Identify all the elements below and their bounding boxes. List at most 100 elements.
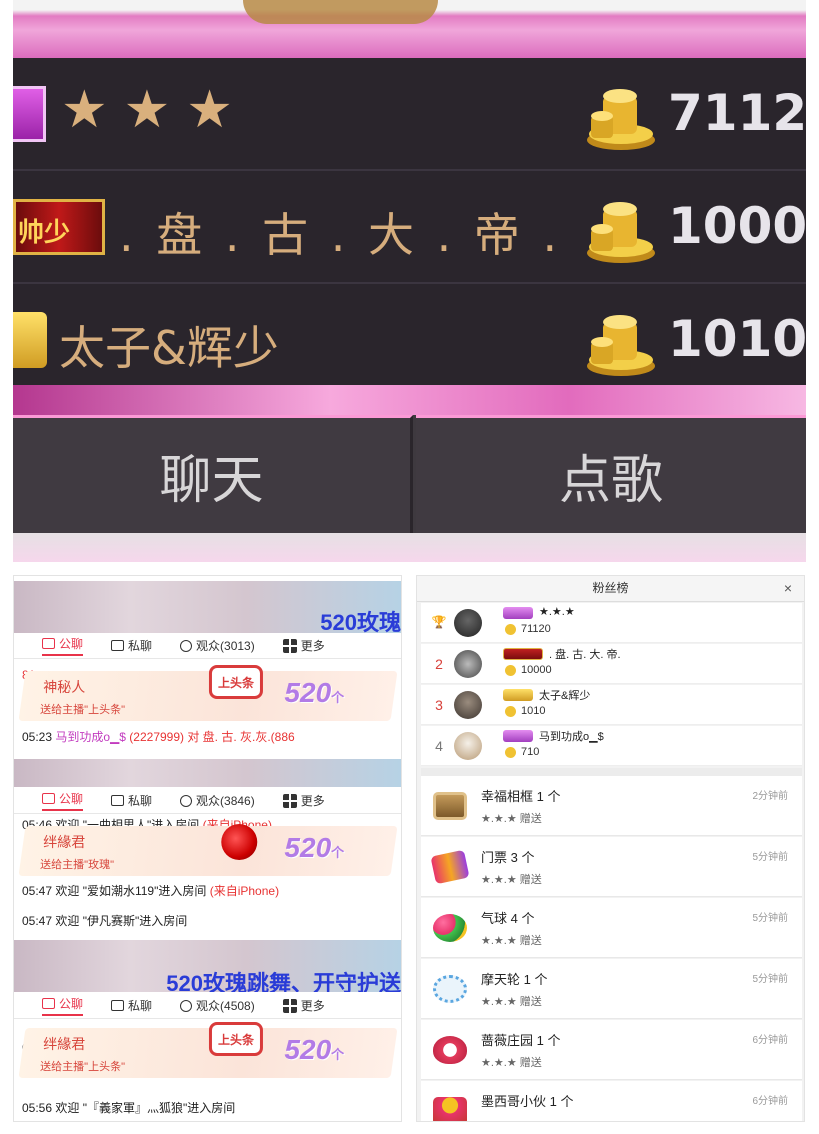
photo-frame-icon xyxy=(433,792,467,820)
gold-coin-icon xyxy=(587,89,655,150)
gold-coin-icon xyxy=(587,202,655,263)
gift-sender: ★.★.★ 赠送 xyxy=(481,874,542,886)
gift-time: 5分钟前 xyxy=(752,852,788,863)
gift-title: 墨西哥小伙 1 个 xyxy=(481,1094,574,1109)
tab-label: 更多 xyxy=(300,794,325,808)
gift-number: 520 xyxy=(284,832,332,863)
gift-notification: 绊緣君 送给主播"上头条" 上头条 520个 xyxy=(18,1022,398,1078)
gift-sender: ★.★.★ 赠送 xyxy=(481,1057,542,1069)
tab-public-chat[interactable]: 公聊 xyxy=(42,995,84,1016)
grid-icon xyxy=(282,998,297,1013)
fan-row[interactable]: 4 马到功成o▁$ 710 xyxy=(421,726,802,766)
tab-public-chat[interactable]: 公聊 xyxy=(42,790,84,811)
fan-value: 71120 xyxy=(521,623,551,635)
gift-unit: 个 xyxy=(331,845,345,860)
tab-audience[interactable]: 观众(3846) xyxy=(180,792,255,809)
gold-coin-icon xyxy=(587,315,655,376)
chat-time: 05:23 xyxy=(22,730,53,744)
people-icon xyxy=(180,999,193,1012)
tab-more[interactable]: 更多 xyxy=(282,792,325,809)
gift-sender: ★.★.★ 赠送 xyxy=(481,996,542,1008)
tab-label: 公聊 xyxy=(59,637,84,651)
tab-more[interactable]: 更多 xyxy=(282,637,325,654)
message-icon xyxy=(111,1000,125,1011)
chat-time: 05:56 xyxy=(22,1101,53,1115)
zoom-rank-row-1[interactable]: ★★★ 71120 xyxy=(13,58,806,171)
gift-record-row[interactable]: 墨西哥小伙 1 个 6分钟前 xyxy=(421,1081,802,1121)
coin-icon xyxy=(505,747,516,758)
fan-row[interactable]: 2 . 盘. 古. 大. 帝. 10000 xyxy=(421,644,802,684)
rank-name: ★ ★ ★ xyxy=(61,80,249,140)
gift-time: 6分钟前 xyxy=(752,1035,788,1046)
tab-label: 私聊 xyxy=(128,794,153,808)
chat-time: 05:47 xyxy=(22,884,53,898)
song-request-button[interactable]: 点歌 xyxy=(416,415,806,533)
message-icon xyxy=(111,795,125,806)
gift-record-row[interactable]: 门票 3 个 ★.★.★ 赠送 5分钟前 xyxy=(421,837,802,897)
fan-ranking-panel: 粉丝榜 × 🏆 ★.★.★ 71120 2 . 盘. 古. 大. 帝. 1000… xyxy=(416,575,805,1122)
tab-public-chat[interactable]: 公聊 xyxy=(42,635,84,656)
fan-name: . 盘. 古. 大. 帝. xyxy=(549,649,621,661)
tab-label: 更多 xyxy=(300,999,325,1013)
video-strip: 520玫瑰跳舞、开守护送 xyxy=(14,940,401,992)
tab-more[interactable]: 更多 xyxy=(282,997,325,1014)
chat-tabs: 公聊 私聊 观众(3846) 更多 xyxy=(14,788,401,814)
rank-number: 4 xyxy=(435,738,443,754)
gift-record-row[interactable]: 气球 4 个 ★.★.★ 赠送 5分钟前 xyxy=(421,898,802,958)
people-icon xyxy=(180,639,193,652)
rank-amount: 10000 xyxy=(668,197,806,255)
noble-badge: 帅少 xyxy=(13,199,105,255)
balloon-icon xyxy=(433,914,467,942)
gift-title: 气球 4 个 xyxy=(481,911,535,926)
fan-name: 马到功成o▁$ xyxy=(539,731,604,743)
gift-record-row[interactable]: 幸福相框 1 个 ★.★.★ 赠送 2分钟前 xyxy=(421,776,802,836)
rank-name: 太子&辉少 xyxy=(59,321,279,375)
avatar xyxy=(454,650,482,678)
video-strip xyxy=(14,759,401,787)
chat-button[interactable]: 聊天 xyxy=(13,415,413,533)
avatar xyxy=(454,732,482,760)
people-icon xyxy=(180,794,193,807)
fan-row[interactable]: 🏆 ★.★.★ 71120 xyxy=(421,603,802,643)
zoom-rank-row-3[interactable]: 太子&辉少 1010 xyxy=(13,284,806,397)
gift-record-row[interactable]: 摩天轮 1 个 ★.★.★ 赠送 5分钟前 xyxy=(421,959,802,1019)
tab-audience[interactable]: 观众(4508) xyxy=(180,997,255,1014)
tab-label: 观众(3846) xyxy=(196,794,255,808)
grid-icon xyxy=(282,638,297,653)
tab-private-chat[interactable]: 私聊 xyxy=(111,997,152,1014)
gift-sender: 绊緣君 xyxy=(43,1036,86,1052)
star-icon: ★ xyxy=(186,80,237,140)
chat-tabs: 公聊 私聊 观众(4508) 更多 xyxy=(14,993,401,1019)
level-badge xyxy=(503,607,533,619)
chat-user[interactable]: 马到功成o▁$ xyxy=(55,730,126,744)
section-divider xyxy=(421,768,802,776)
close-icon[interactable]: × xyxy=(784,576,792,601)
star-icon: ★ xyxy=(61,80,112,140)
tab-private-chat[interactable]: 私聊 xyxy=(111,792,152,809)
chat-line: 05:56 欢迎 "『義家軍』灬狐狼"进入房间 xyxy=(22,1099,235,1116)
fan-value: 1010 xyxy=(521,705,546,717)
message-icon xyxy=(111,640,125,651)
gift-title: 幸福相框 1 个 xyxy=(481,789,561,804)
fan-row[interactable]: 3 太子&辉少 1010 xyxy=(421,685,802,725)
avatar xyxy=(454,691,482,719)
coin-icon xyxy=(505,665,516,676)
gift-unit: 个 xyxy=(331,690,345,705)
chat-tabs: 公聊 私聊 观众(3013) 更多 xyxy=(14,633,401,659)
gift-record-row[interactable]: 蔷薇庄园 1 个 ★.★.★ 赠送 6分钟前 xyxy=(421,1020,802,1080)
noble-badge xyxy=(503,648,543,660)
zoom-rank-row-2[interactable]: 帅少 . 盘 . 古 . 大 . 帝 . 10000 xyxy=(13,171,806,284)
fan-value: 710 xyxy=(521,746,540,758)
tab-audience[interactable]: 观众(3013) xyxy=(180,637,255,654)
grid-icon xyxy=(282,793,297,808)
video-strip: 520玫瑰 xyxy=(14,581,401,633)
fan-name: ★.★.★ xyxy=(539,606,575,618)
chat-bubble-icon xyxy=(42,638,55,649)
rose-manor-icon xyxy=(433,1036,467,1064)
gift-sender: ★.★.★ 赠送 xyxy=(481,813,542,825)
tab-label: 观众(4508) xyxy=(196,999,255,1013)
level-badge xyxy=(503,730,533,742)
gift-notification: 神秘人 送给主播"上头条" 上头条 520个 xyxy=(18,665,398,721)
tab-private-chat[interactable]: 私聊 xyxy=(111,637,152,654)
chat-line: 05:47 欢迎 "伊凡赛斯"进入房间 xyxy=(22,912,187,929)
